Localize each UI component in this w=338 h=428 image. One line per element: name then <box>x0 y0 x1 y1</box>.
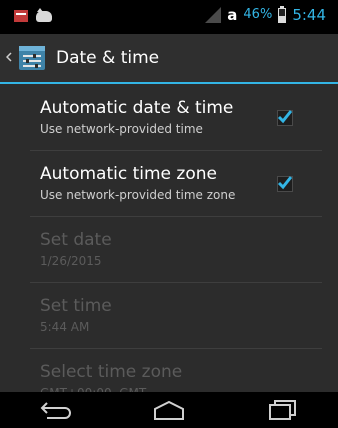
status-time: 5:44 <box>292 6 326 24</box>
auto-date-time-checkbox[interactable] <box>277 110 293 126</box>
cat-icon <box>36 7 52 22</box>
setting-title: Set date <box>40 230 112 250</box>
setting-automatic-date-time[interactable]: Automatic date & time Use network-provid… <box>0 84 338 150</box>
nav-home-button[interactable] <box>134 392 204 428</box>
recents-icon <box>268 400 296 420</box>
battery-icon <box>278 5 287 23</box>
setting-automatic-time-zone[interactable]: Automatic time zone Use network-provided… <box>0 150 338 216</box>
setting-summary: Use network-provided time zone <box>40 188 236 202</box>
setting-title: Set time <box>40 296 112 316</box>
battery-percent: 46% <box>243 7 273 22</box>
nav-recents-button[interactable] <box>247 392 317 428</box>
setting-summary: 1/26/2015 <box>40 254 102 268</box>
signal-icon <box>205 7 222 23</box>
status-notification-icons <box>14 7 52 22</box>
setting-title: Automatic time zone <box>40 164 217 184</box>
status-bar: a 46% 5:44 <box>0 0 338 34</box>
setting-set-date: Set date 1/26/2015 <box>0 216 338 282</box>
battery-fill <box>279 15 286 22</box>
nav-back-button[interactable] <box>21 392 91 428</box>
back-icon <box>40 402 72 419</box>
setting-set-time: Set time 5:44 AM <box>0 282 338 348</box>
setting-summary: 5:44 AM <box>40 320 90 334</box>
page-title: Date & time <box>56 48 160 68</box>
carrier-badge: a <box>227 6 238 24</box>
up-caret-icon[interactable] <box>6 52 12 62</box>
settings-list: Automatic date & time Use network-provid… <box>0 84 338 414</box>
screen: a 46% 5:44 Date & time Automatic date & … <box>0 0 338 428</box>
setting-title: Automatic date & time <box>40 98 234 118</box>
home-icon <box>153 400 184 420</box>
navigation-bar <box>0 392 338 428</box>
settings-app-icon[interactable] <box>18 44 46 72</box>
setting-title: Select time zone <box>40 362 183 382</box>
calendar-icon <box>14 10 28 22</box>
checkmark-icon <box>277 110 293 124</box>
status-system-icons: a 46% 5:44 <box>205 5 326 24</box>
checkmark-icon <box>277 176 293 190</box>
action-bar: Date & time <box>0 34 338 84</box>
setting-summary: Use network-provided time <box>40 122 203 136</box>
auto-time-zone-checkbox[interactable] <box>277 176 293 192</box>
